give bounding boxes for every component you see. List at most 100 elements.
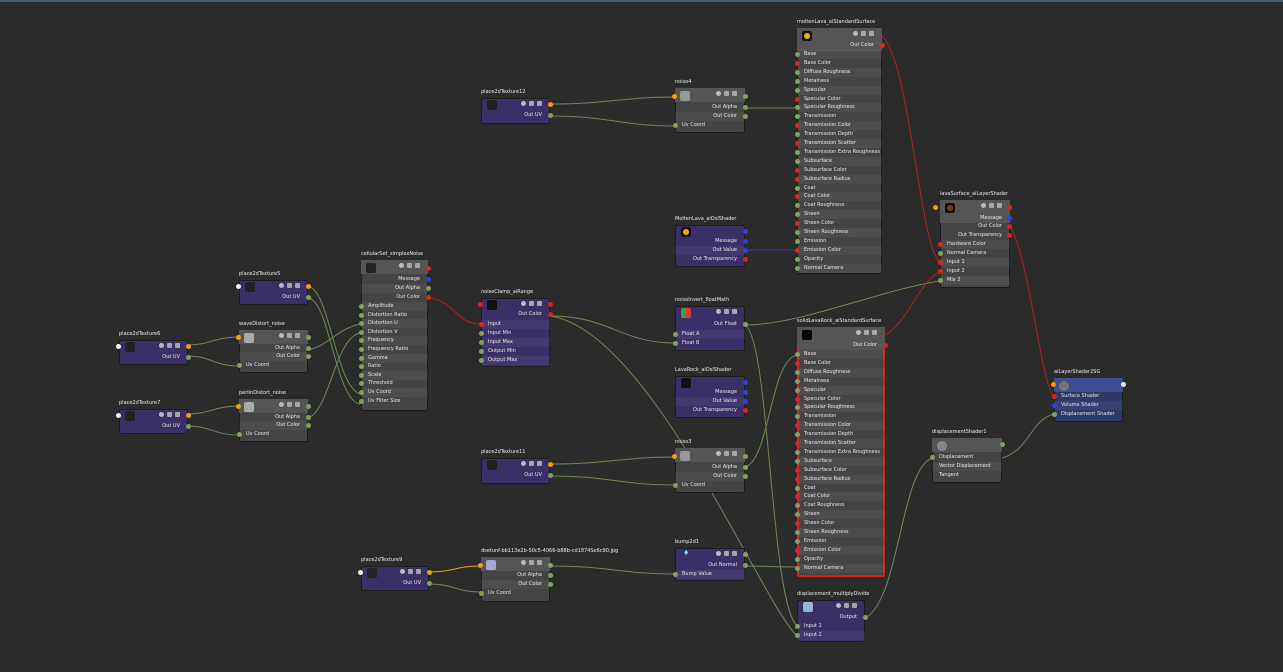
input-port[interactable] [795, 238, 800, 244]
input-port-label[interactable]: Base [797, 50, 882, 59]
input-port[interactable] [795, 624, 800, 629]
node-lavasurface-layer-shader[interactable]: lavaSurface_aiLayerShader Message Out Co… [933, 191, 1012, 288]
input-port-label[interactable]: Sheen Color [797, 519, 885, 528]
output-port-label[interactable]: Out Color [797, 341, 885, 350]
input-port[interactable] [795, 538, 800, 544]
input-port[interactable] [795, 149, 800, 155]
input-port[interactable] [116, 344, 121, 349]
input-port-label[interactable]: Input Max [481, 338, 550, 347]
output-port[interactable] [743, 380, 748, 385]
output-port[interactable] [743, 474, 748, 479]
input-port[interactable] [673, 332, 678, 337]
input-port[interactable] [795, 633, 800, 638]
node-toggle-icon[interactable] [716, 551, 721, 556]
input-port-label[interactable]: Coat Color [797, 492, 885, 502]
input-port-label[interactable]: Input [481, 320, 550, 329]
input-port[interactable] [672, 94, 677, 99]
output-port[interactable] [426, 295, 431, 300]
output-port-label[interactable]: Out Color [361, 293, 428, 302]
input-port[interactable] [358, 570, 363, 575]
input-port-label[interactable]: Normal Camera [940, 249, 1010, 258]
input-port-label[interactable]: Emission Color [797, 245, 882, 255]
input-port-label[interactable]: Normal Camera [797, 263, 882, 273]
output-port[interactable] [743, 563, 748, 568]
input-port-label[interactable]: Coat Roughness [797, 501, 885, 510]
input-port[interactable] [795, 141, 800, 146]
input-port-label[interactable]: Hardware Color [940, 240, 1010, 249]
input-port-label[interactable]: Diffuse Roughness [797, 367, 885, 377]
output-port[interactable] [743, 408, 748, 413]
node-view-icon[interactable] [861, 31, 866, 36]
input-port[interactable] [479, 358, 484, 363]
node-view-icon[interactable] [724, 91, 729, 96]
output-port-label[interactable]: Out Color [239, 421, 308, 430]
input-port-label[interactable]: Metalness [797, 377, 885, 386]
output-port[interactable] [1007, 224, 1012, 229]
input-port[interactable] [938, 242, 943, 247]
output-port[interactable] [186, 413, 191, 418]
input-port[interactable] [672, 454, 677, 459]
input-port-label[interactable]: Emission [797, 537, 885, 546]
input-port[interactable] [795, 247, 800, 253]
node-toggle-icon[interactable] [716, 309, 721, 314]
input-port-label[interactable]: Base Color [797, 359, 885, 368]
node-place2dtexture9[interactable]: place2dTexture9 Out UV [358, 557, 432, 591]
node-place2dtexture7[interactable]: place2dTexture7 Out UV [116, 400, 191, 434]
input-port-label[interactable]: Volume Shader [1054, 401, 1123, 410]
input-port[interactable] [930, 455, 935, 460]
node-toggle-icon[interactable] [981, 203, 986, 208]
input-port[interactable] [359, 329, 364, 335]
output-port[interactable] [743, 552, 748, 557]
input-port-label[interactable]: Specular [797, 85, 882, 95]
input-port-label[interactable]: Vector Displacement [932, 462, 1002, 471]
output-port[interactable] [548, 462, 553, 467]
node-toggle-icon[interactable] [400, 569, 405, 574]
input-port-label[interactable]: Coat Color [797, 192, 882, 202]
input-port-label[interactable]: Transmission Color [797, 121, 882, 131]
output-port[interactable] [306, 295, 311, 300]
node-displacement-multiplydivide[interactable]: displacement_multiplyDivide Output Input… [795, 591, 869, 642]
output-port-label[interactable]: Out UV [481, 111, 550, 120]
output-port[interactable] [186, 424, 191, 429]
node-toggle-icon[interactable] [159, 412, 164, 417]
input-port-label[interactable]: Coat [797, 184, 882, 193]
input-port-label[interactable]: Mix 2 [940, 276, 1010, 285]
input-port-label[interactable]: Coat Roughness [797, 201, 882, 210]
node-menu-icon[interactable] [537, 560, 542, 565]
input-port-label[interactable]: Input 2 [940, 267, 1010, 276]
input-port-label[interactable]: Transmission Scatter [797, 139, 882, 148]
node-menu-icon[interactable] [295, 402, 300, 407]
input-port[interactable] [1052, 412, 1057, 417]
output-port[interactable] [1007, 233, 1012, 238]
node-place2dtexture6[interactable]: place2dTexture6 Out UV [116, 331, 191, 365]
input-port-label[interactable]: Sheen Roughness [797, 228, 882, 237]
output-port-label[interactable]: Out UV [119, 422, 188, 431]
input-port-label[interactable]: Uv Coord [675, 481, 745, 490]
input-port[interactable] [673, 341, 678, 346]
output-port-label[interactable]: Out Value [675, 246, 745, 255]
node-place2dtexture12[interactable]: place2dTexture12 Out UV [481, 89, 553, 124]
node-toggle-icon[interactable] [521, 461, 526, 466]
input-port-label[interactable]: Sheen Color [797, 219, 882, 228]
output-port[interactable] [743, 257, 748, 262]
output-port-label[interactable]: Output [797, 613, 865, 622]
output-port-label[interactable]: Out Color [940, 222, 1010, 231]
input-port-label[interactable]: Subsurface Radius [797, 474, 885, 484]
input-port[interactable] [938, 278, 943, 283]
input-port[interactable] [359, 304, 364, 309]
input-port[interactable] [795, 256, 800, 262]
output-port[interactable] [548, 113, 553, 118]
input-port-label[interactable]: Opacity [797, 555, 885, 564]
input-port-label[interactable]: Specular Roughness [797, 403, 885, 413]
output-port-label[interactable]: Out UV [119, 353, 188, 362]
node-view-icon[interactable] [529, 101, 534, 106]
output-port[interactable] [306, 423, 311, 428]
input-port[interactable] [795, 96, 800, 102]
output-port-label[interactable]: Message [361, 275, 428, 284]
input-port-label[interactable]: Transmission [797, 112, 882, 121]
input-port[interactable] [795, 530, 800, 535]
input-port[interactable] [938, 269, 943, 274]
input-port-label[interactable]: Surface Shader [1054, 392, 1123, 401]
node-view-icon[interactable] [529, 301, 534, 306]
input-port-label[interactable]: Output Max [481, 356, 550, 365]
